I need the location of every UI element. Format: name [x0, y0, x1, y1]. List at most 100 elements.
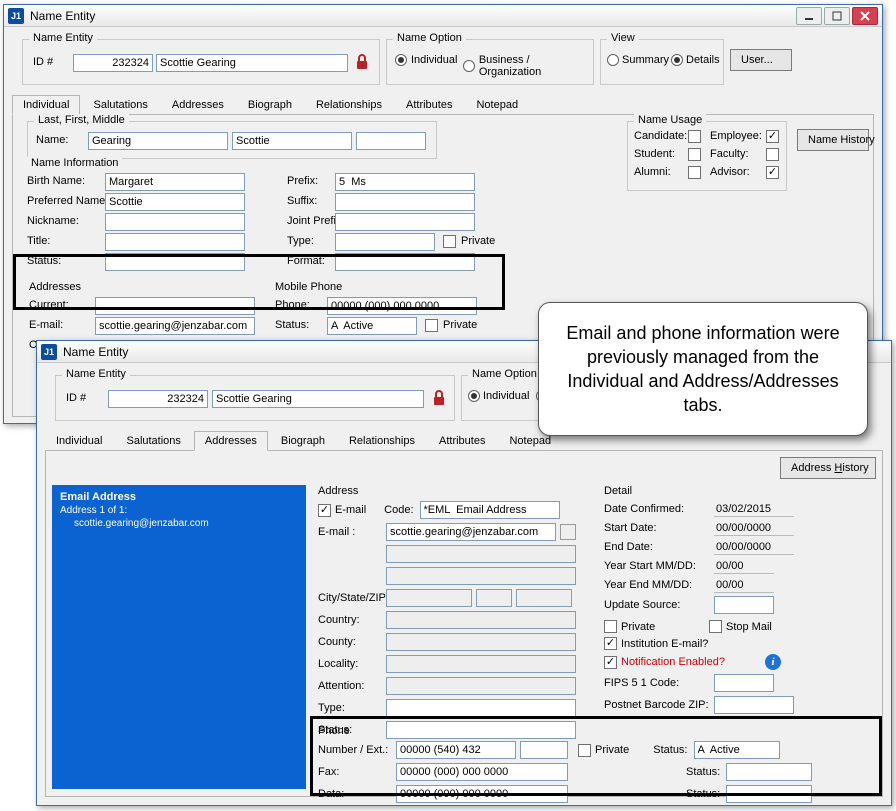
- end-date-input[interactable]: [714, 539, 794, 555]
- name-input[interactable]: [156, 54, 348, 72]
- address-history-button[interactable]: Address History: [780, 457, 876, 479]
- name-history-button[interactable]: Name History: [797, 129, 869, 151]
- name-input-2[interactable]: [212, 390, 424, 408]
- id-input[interactable]: [73, 54, 153, 72]
- advisor-checkbox[interactable]: [766, 166, 779, 179]
- email-picker-button[interactable]: [560, 524, 576, 540]
- user-button[interactable]: User...: [730, 49, 792, 71]
- candidate-label: Candidate:: [634, 130, 687, 142]
- close-button[interactable]: [852, 7, 878, 25]
- country-input[interactable]: [386, 611, 576, 629]
- tab-relationships[interactable]: Relationships: [305, 95, 393, 114]
- tab2-relationships[interactable]: Relationships: [338, 431, 426, 450]
- info-icon[interactable]: i: [765, 654, 781, 670]
- date-confirmed-label: Date Confirmed:: [604, 503, 714, 515]
- zip-input[interactable]: [516, 589, 572, 607]
- postnet-input[interactable]: [714, 696, 794, 714]
- email-address-panel[interactable]: Email Address Address 1 of 1: scottie.ge…: [52, 485, 306, 789]
- radio-details[interactable]: [671, 54, 683, 66]
- private-checkbox[interactable]: [604, 620, 617, 633]
- nick-input[interactable]: [105, 213, 245, 231]
- ext-input[interactable]: [520, 741, 568, 759]
- mphone-input[interactable]: [327, 297, 477, 315]
- birth-input[interactable]: [105, 173, 245, 191]
- state-input[interactable]: [476, 589, 512, 607]
- update-source-label: Update Source:: [604, 599, 714, 611]
- first-input[interactable]: [232, 132, 352, 150]
- status-input[interactable]: [105, 253, 245, 271]
- alumni-checkbox[interactable]: [688, 166, 701, 179]
- last-input[interactable]: [88, 132, 228, 150]
- suffix-input[interactable]: [335, 193, 475, 211]
- stopmail-checkbox[interactable]: [709, 620, 722, 633]
- candidate-checkbox[interactable]: [688, 130, 701, 143]
- tab-individual[interactable]: Individual: [12, 95, 80, 115]
- tab-biograph[interactable]: Biograph: [237, 95, 303, 114]
- email-input[interactable]: [95, 317, 255, 335]
- radio-individual-2[interactable]: [468, 390, 480, 402]
- attention-input[interactable]: [386, 677, 576, 695]
- notification-checkbox[interactable]: [604, 656, 617, 669]
- county-input[interactable]: [386, 633, 576, 651]
- tab-salutations[interactable]: Salutations: [82, 95, 158, 114]
- addr-line-input[interactable]: [386, 545, 576, 563]
- employee-checkbox[interactable]: [766, 130, 779, 143]
- window-title: Name Entity: [30, 9, 95, 23]
- fax-status-input[interactable]: [726, 763, 812, 781]
- prefix-input[interactable]: [335, 173, 475, 191]
- id-input-2[interactable]: [108, 390, 208, 408]
- maximize-button[interactable]: [824, 7, 850, 25]
- locality-input[interactable]: [386, 655, 576, 673]
- tab2-attributes[interactable]: Attributes: [428, 431, 496, 450]
- tab-addresses[interactable]: Addresses: [161, 95, 235, 114]
- mstatus-input[interactable]: [327, 317, 417, 335]
- date-confirmed-input[interactable]: [714, 501, 794, 517]
- radio-business-label: Business / Organization: [479, 54, 593, 78]
- email-checkbox[interactable]: [318, 504, 331, 517]
- year-start-input[interactable]: [714, 558, 774, 574]
- tab2-salutations[interactable]: Salutations: [115, 431, 191, 450]
- radio-individual-label: Individual: [411, 54, 457, 66]
- faculty-checkbox[interactable]: [766, 148, 779, 161]
- type-input[interactable]: [335, 233, 435, 251]
- tab-attributes[interactable]: Attributes: [395, 95, 463, 114]
- radio-business[interactable]: [463, 60, 475, 72]
- data-status-input[interactable]: [726, 785, 812, 803]
- title-input[interactable]: [105, 233, 245, 251]
- tab2-individual[interactable]: Individual: [45, 431, 113, 450]
- minimize-button[interactable]: [796, 7, 822, 25]
- fips-input[interactable]: [714, 674, 774, 692]
- city-input[interactable]: [386, 589, 472, 607]
- format-label: Format:: [287, 255, 325, 267]
- type-private-checkbox[interactable]: [443, 235, 456, 248]
- tab2-biograph[interactable]: Biograph: [270, 431, 336, 450]
- number-private-checkbox[interactable]: [578, 744, 591, 757]
- fax-input[interactable]: [396, 763, 568, 781]
- tab2-addresses[interactable]: Addresses: [194, 431, 268, 451]
- student-checkbox[interactable]: [688, 148, 701, 161]
- number-input[interactable]: [396, 741, 516, 759]
- email2-input[interactable]: [386, 523, 556, 541]
- country-label: Country:: [318, 614, 386, 626]
- data-input[interactable]: [396, 785, 568, 803]
- code-input[interactable]: [420, 501, 560, 519]
- middle-input[interactable]: [356, 132, 426, 150]
- mphone-private-checkbox[interactable]: [425, 319, 438, 332]
- name-label: Name:: [36, 134, 68, 146]
- format-input[interactable]: [335, 253, 475, 271]
- callout-note: Email and phone information were previou…: [538, 302, 868, 436]
- update-source-input[interactable]: [714, 596, 774, 614]
- year-end-input[interactable]: [714, 577, 774, 593]
- joint-input[interactable]: [335, 213, 475, 231]
- postnet-label: Postnet Barcode ZIP:: [604, 699, 714, 711]
- radio-summary[interactable]: [607, 54, 619, 66]
- addr-line2-input[interactable]: [386, 567, 576, 585]
- number-status-input[interactable]: [694, 741, 780, 759]
- addr-type-input[interactable]: [386, 699, 576, 717]
- start-date-input[interactable]: [714, 520, 794, 536]
- current-input[interactable]: [95, 297, 255, 315]
- tab-notepad[interactable]: Notepad: [465, 95, 529, 114]
- radio-individual[interactable]: [395, 54, 407, 66]
- pref-input[interactable]: [105, 193, 245, 211]
- institution-email-checkbox[interactable]: [604, 637, 617, 650]
